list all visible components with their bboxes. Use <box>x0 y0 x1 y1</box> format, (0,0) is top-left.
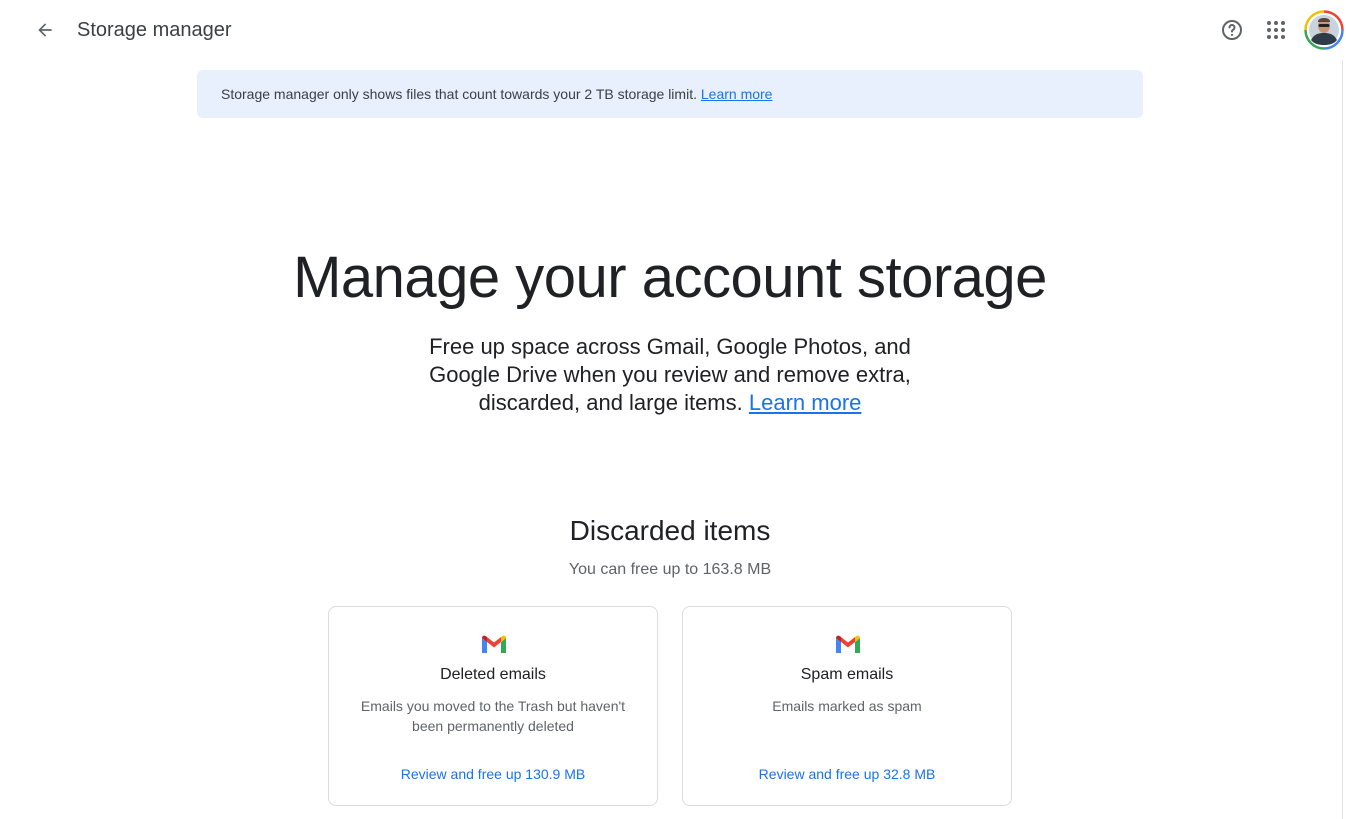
spam-emails-card[interactable]: Spam emails Emails marked as spam Review… <box>682 606 1012 806</box>
card-description: Emails marked as spam <box>772 698 922 714</box>
deleted-emails-card[interactable]: Deleted emails Emails you moved to the T… <box>328 606 658 806</box>
review-deleted-emails-button[interactable]: Review and free up 130.9 MB <box>329 765 657 783</box>
back-button[interactable] <box>29 14 61 46</box>
hero-subtitle: Free up space across Gmail, Google Photo… <box>420 333 920 417</box>
gmail-icon <box>482 635 506 653</box>
help-button[interactable] <box>1216 14 1248 46</box>
hero-title: Manage your account storage <box>293 245 1047 310</box>
card-description: Emails you moved to the Trash but haven'… <box>360 698 626 734</box>
banner-text: Storage manager only shows files that co… <box>221 86 701 102</box>
top-app-bar: Storage manager <box>0 0 1346 60</box>
help-circle-icon <box>1222 20 1242 40</box>
discarded-items-subtitle: You can free up to 163.8 MB <box>568 561 772 578</box>
info-banner: Storage manager only shows files that co… <box>197 70 1143 118</box>
discarded-items-title: Discarded items <box>569 515 771 546</box>
card-title: Deleted emails <box>440 666 546 683</box>
google-apps-button[interactable] <box>1260 14 1292 46</box>
apps-grid-icon <box>1267 21 1285 39</box>
review-spam-emails-button[interactable]: Review and free up 32.8 MB <box>683 765 1011 783</box>
page-divider <box>1342 60 1343 819</box>
card-title: Spam emails <box>800 666 894 683</box>
account-avatar[interactable] <box>1304 10 1344 50</box>
gmail-icon <box>836 635 860 653</box>
hero-learn-more-link[interactable]: Learn more <box>749 390 862 415</box>
banner-learn-more-link[interactable]: Learn more <box>701 86 773 102</box>
page-title: Storage manager <box>77 19 232 41</box>
arrow-back-icon <box>38 23 52 37</box>
